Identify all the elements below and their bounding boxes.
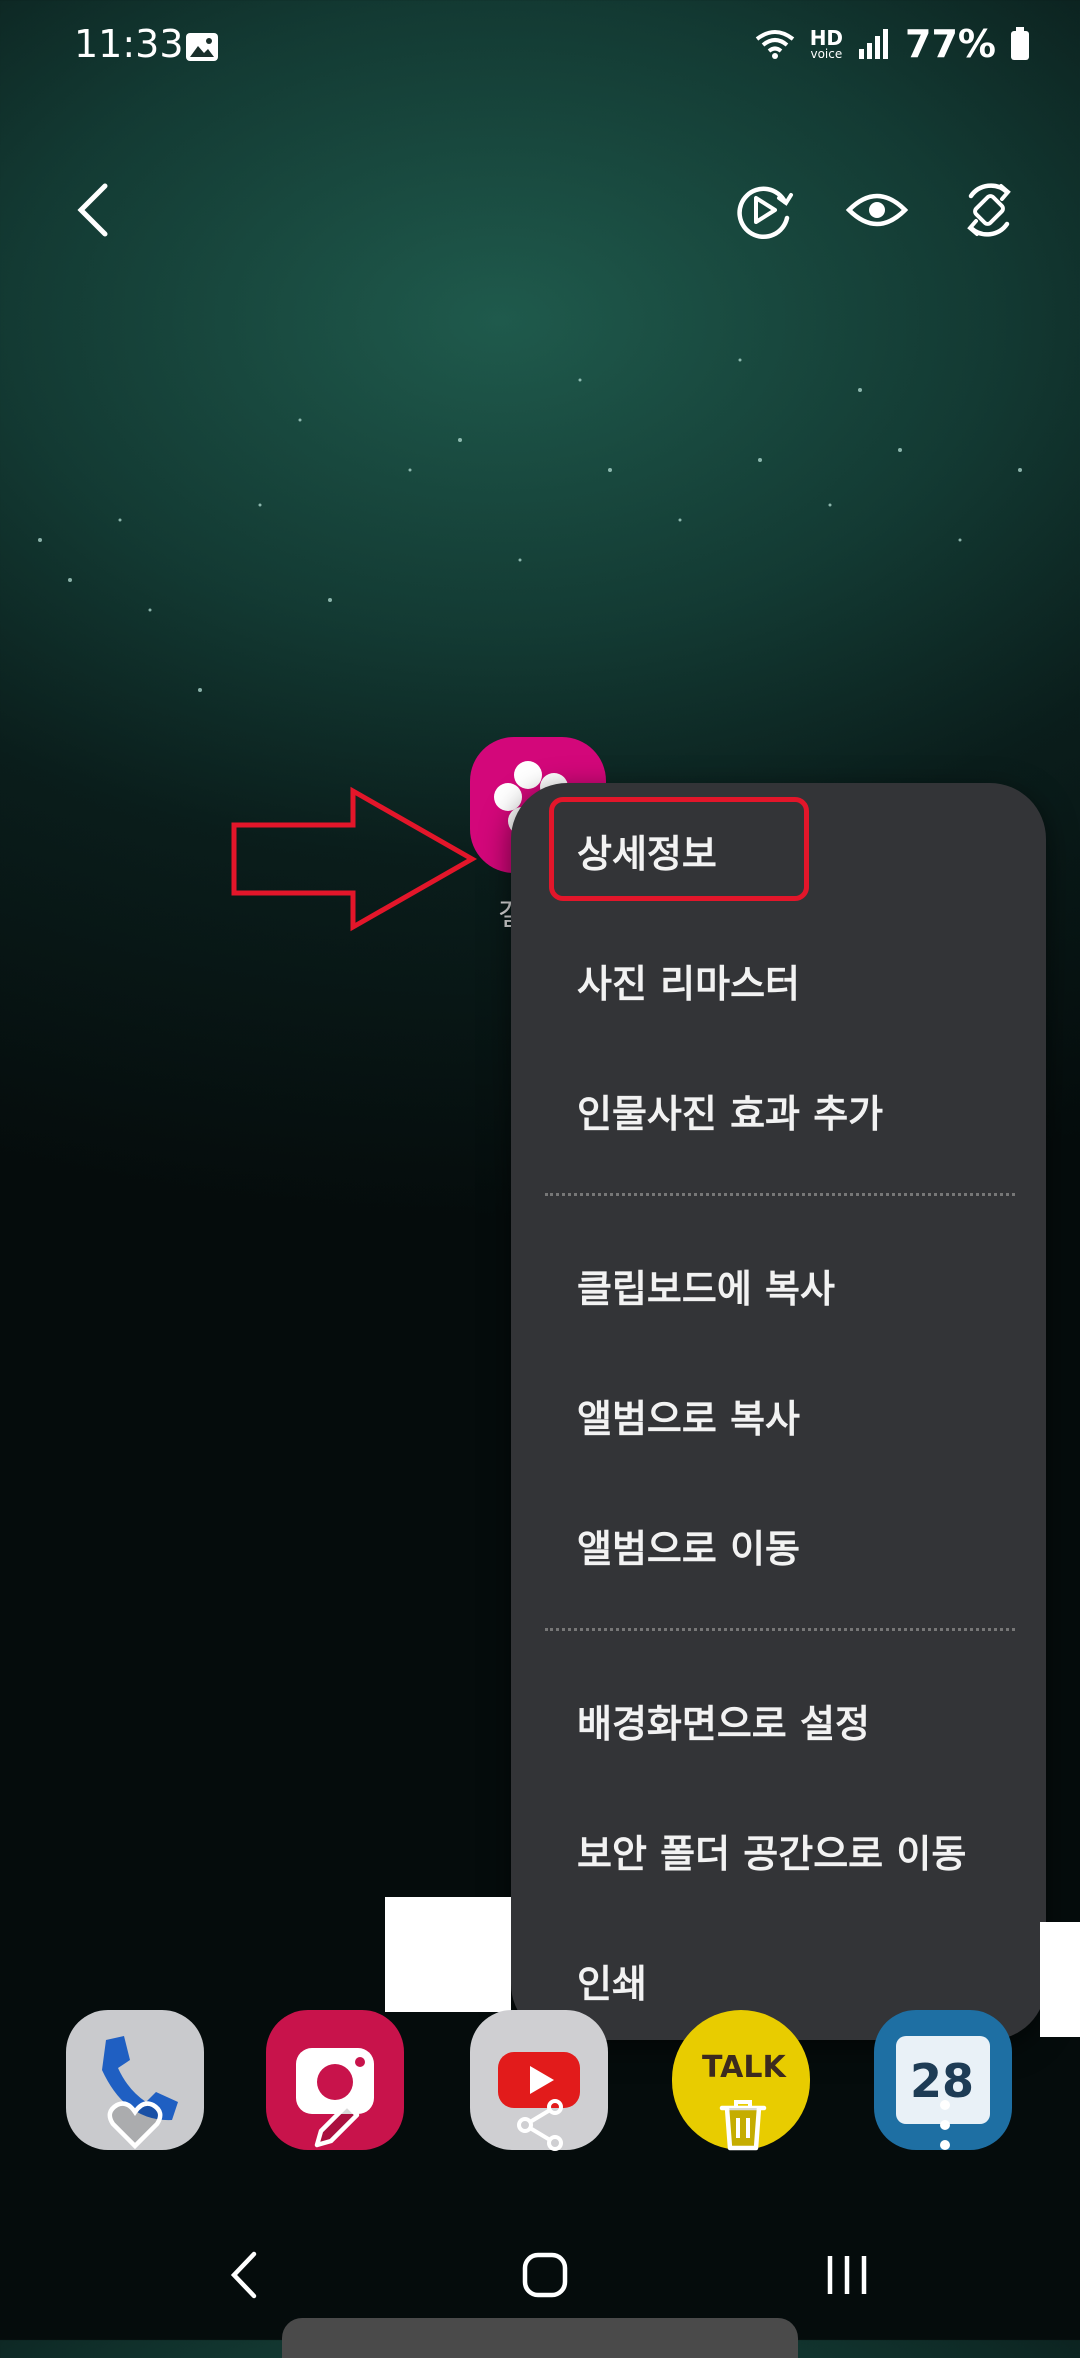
menu-item-photo-remaster[interactable]: 사진 리마스터 [577,953,800,1008]
redaction-block [385,1897,511,2012]
more-options-button[interactable] [910,2090,980,2160]
menu-item-print[interactable]: 인쇄 [577,1953,647,2008]
viewer-top-bar [0,150,1080,270]
rotate-icon [967,183,1011,237]
image-notification-icon [186,33,218,61]
menu-item-copy-clipboard[interactable]: 클립보드에 복사 [577,1258,835,1313]
battery-icon [1011,27,1029,60]
eye-icon [845,193,909,227]
nav-recents-button[interactable] [812,2240,882,2310]
nav-home-button[interactable] [510,2240,580,2310]
kakaotalk-label: TALK [702,2050,786,2085]
battery-percent: 77% [905,22,996,66]
hd-voice-indicator: HD voice [810,28,843,60]
favorite-button[interactable] [100,2090,170,2160]
delete-button[interactable] [708,2090,778,2160]
share-icon [517,2099,563,2151]
bottom-sheet-handle [282,2318,798,2358]
menu-item-copy-album[interactable]: 앨범으로 복사 [577,1388,800,1443]
redaction-block [1040,1922,1080,2037]
signal-icon [859,29,889,59]
motion-play-icon [737,186,793,240]
annotation-arrow [231,786,478,932]
menu-item-move-album[interactable]: 앨범으로 이동 [577,1518,800,1573]
back-arrow-icon [77,183,108,237]
motion-play-button[interactable] [718,165,808,255]
view-button[interactable] [832,165,922,255]
edit-button[interactable] [302,2090,372,2160]
nav-back-button[interactable] [210,2240,280,2310]
heart-icon [107,2101,163,2150]
menu-item-set-wallpaper[interactable]: 배경화면으로 설정 [577,1693,870,1748]
system-nav-bar [0,2220,1080,2320]
menu-divider [545,1628,1015,1631]
nav-back-icon [230,2251,257,2299]
menu-item-move-secure-folder[interactable]: 보안 폴더 공간으로 이동 [577,1823,966,1878]
context-menu: 상세정보 사진 리마스터 인물사진 효과 추가 클립보드에 복사 앨범으로 복사… [511,783,1046,2040]
details-highlight-box [549,797,809,901]
pencil-icon [314,2102,360,2148]
voice-label: voice [810,47,843,61]
share-button[interactable] [506,2090,576,2160]
back-button[interactable] [48,165,138,255]
nav-recents-icon [827,2256,867,2294]
rotate-button[interactable] [944,165,1034,255]
menu-divider [545,1193,1015,1196]
status-bar: 11:33 HD voice 77% [0,0,1080,90]
wifi-icon [755,30,794,59]
nav-home-icon [522,2252,568,2298]
more-vertical-icon [940,2100,950,2150]
status-time: 11:33 [74,22,184,66]
menu-item-portrait-effect[interactable]: 인물사진 효과 추가 [577,1083,883,1138]
hd-label: HD [809,26,844,50]
trash-icon [719,2100,767,2151]
